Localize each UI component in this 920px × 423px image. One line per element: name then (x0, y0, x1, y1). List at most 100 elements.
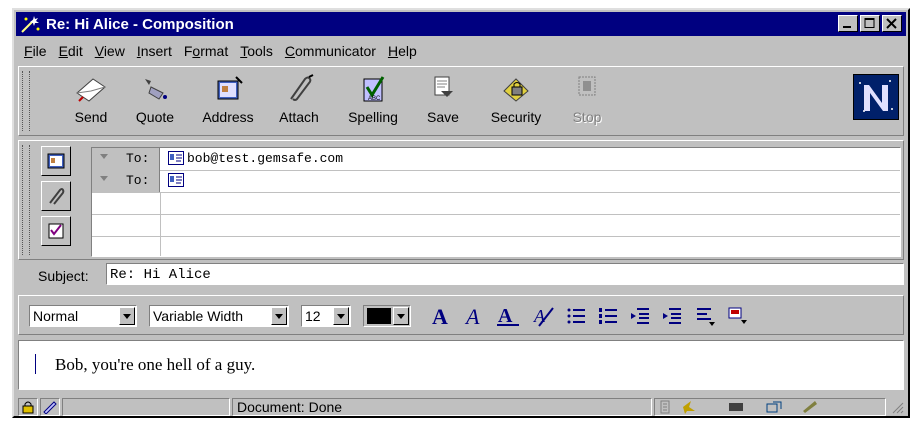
subject-value: Re: Hi Alice (110, 267, 211, 283)
recipient-address-field[interactable]: bob@test.gemsafe.com (187, 151, 343, 166)
font-value: Variable Width (153, 308, 244, 324)
address-button[interactable]: Address (197, 73, 259, 131)
composition-window: Re: Hi Alice - Composition File Edit Vie… (12, 8, 910, 418)
insert-object-icon[interactable] (727, 304, 753, 328)
close-icon (886, 18, 897, 29)
maximize-icon (864, 18, 875, 28)
spelling-button[interactable]: ABC Spelling (341, 73, 405, 131)
decrease-indent-icon[interactable] (629, 304, 651, 328)
composer-icon (803, 401, 817, 413)
netscape-logo[interactable] (853, 74, 899, 120)
italic-icon[interactable]: A (463, 304, 487, 328)
recipient-list: To: bob@test.gemsafe.com To: (91, 147, 901, 257)
svg-text:A: A (464, 304, 480, 328)
address-card-icon (168, 151, 184, 165)
recipient-type-selector[interactable]: To: (92, 148, 160, 170)
address-card-tab-icon (47, 153, 65, 169)
composition-toolbar: Send Quote Address Attach ABC Spelling S… (18, 66, 904, 136)
maximize-button[interactable] (860, 15, 880, 32)
stop-label: Stop (572, 109, 602, 125)
signature-icon (43, 401, 57, 414)
font-size-select[interactable]: 12 (301, 305, 351, 327)
numbered-list-icon[interactable] (597, 304, 619, 328)
menu-insert[interactable]: Insert (131, 43, 178, 59)
menu-communicator[interactable]: Communicator (279, 43, 382, 59)
window-title: Re: Hi Alice - Composition (46, 15, 234, 33)
message-options-tab[interactable] (41, 216, 71, 246)
bullet-list-icon[interactable] (565, 304, 587, 328)
increase-indent-icon[interactable] (661, 304, 683, 328)
font-size-dropdown-button[interactable] (333, 307, 349, 325)
font-dropdown-button[interactable] (271, 307, 287, 325)
paragraph-style-value: Normal (33, 308, 79, 324)
spelling-label: Spelling (348, 109, 398, 125)
send-button[interactable]: Send (67, 73, 115, 131)
mailbox-icon (729, 403, 743, 411)
padlock-icon (22, 401, 34, 414)
address-message-tab[interactable] (41, 146, 71, 176)
addressing-panel: To: bob@test.gemsafe.com To: (18, 140, 904, 260)
close-button[interactable] (882, 15, 902, 32)
address-card-icon (168, 173, 184, 187)
save-icon (434, 76, 453, 97)
menu-edit[interactable]: Edit (53, 43, 89, 59)
addressing-grip[interactable] (22, 145, 30, 255)
menu-format[interactable]: Format (178, 43, 234, 59)
recipient-row[interactable]: To: (92, 170, 900, 193)
alignment-icon[interactable] (695, 304, 717, 328)
progress-cell (62, 398, 230, 416)
composer-app-icon (21, 16, 40, 33)
send-label: Send (74, 109, 108, 125)
save-button[interactable]: Save (419, 73, 467, 131)
dropdown-arrow-icon (100, 176, 108, 181)
recipient-type-selector[interactable]: To: (92, 170, 160, 192)
message-body-text: Bob, you're one hell of a guy. (55, 355, 256, 374)
text-color-dropdown-button[interactable] (393, 307, 409, 325)
svg-text:A: A (498, 305, 513, 327)
menu-view[interactable]: View (89, 43, 131, 59)
security-button[interactable]: Security (483, 73, 549, 131)
menu-help[interactable]: Help (382, 43, 423, 59)
menu-tools[interactable]: Tools (234, 43, 279, 59)
paragraph-style-dropdown-button[interactable] (119, 307, 135, 325)
toolbar-grip[interactable] (22, 71, 30, 131)
underline-icon[interactable]: A (495, 304, 521, 328)
empty-recipient-row[interactable] (92, 192, 900, 215)
recipient-row[interactable]: To: bob@test.gemsafe.com (92, 148, 900, 171)
paragraph-style-select[interactable]: Normal (29, 305, 137, 327)
svg-text:A: A (533, 306, 546, 326)
attach-files-tab[interactable] (41, 181, 71, 211)
resize-grip-icon[interactable] (890, 400, 904, 414)
options-checklist-icon (48, 223, 64, 239)
status-bar: Document: Done (16, 396, 908, 416)
status-text-cell: Document: Done (232, 398, 652, 416)
address-book-icon (217, 76, 243, 100)
text-color-select[interactable] (363, 305, 411, 327)
title-bar[interactable]: Re: Hi Alice - Composition (16, 12, 906, 36)
remove-styles-icon[interactable]: A (531, 304, 555, 328)
attach-button[interactable]: Attach (271, 73, 327, 131)
stop-button[interactable]: Stop (565, 73, 609, 131)
signing-status-cell[interactable] (40, 398, 60, 416)
column-divider (160, 192, 161, 256)
send-icon (76, 78, 106, 102)
dropdown-arrow-icon (100, 154, 108, 159)
attach-label: Attach (279, 109, 319, 125)
font-size-value: 12 (305, 308, 321, 324)
recipient-type-label: To: (126, 173, 150, 188)
message-body-editor[interactable]: Bob, you're one hell of a guy. (18, 340, 904, 390)
quote-button[interactable]: Quote (129, 73, 181, 131)
subject-input[interactable]: Re: Hi Alice (106, 263, 904, 285)
svg-text:A: A (432, 304, 448, 328)
font-select[interactable]: Variable Width (149, 305, 289, 327)
recipient-type-label: To: (126, 151, 150, 166)
menu-bar: File Edit View Insert Format Tools Commu… (18, 40, 423, 62)
minimize-button[interactable] (838, 15, 858, 32)
empty-recipient-row[interactable] (92, 214, 900, 237)
status-text: Document: Done (237, 399, 343, 415)
menu-file[interactable]: File (18, 43, 53, 59)
save-label: Save (427, 109, 459, 125)
security-status-cell[interactable] (18, 398, 38, 416)
paperclip-tab-icon (49, 188, 65, 205)
bold-icon[interactable]: A (429, 304, 453, 328)
